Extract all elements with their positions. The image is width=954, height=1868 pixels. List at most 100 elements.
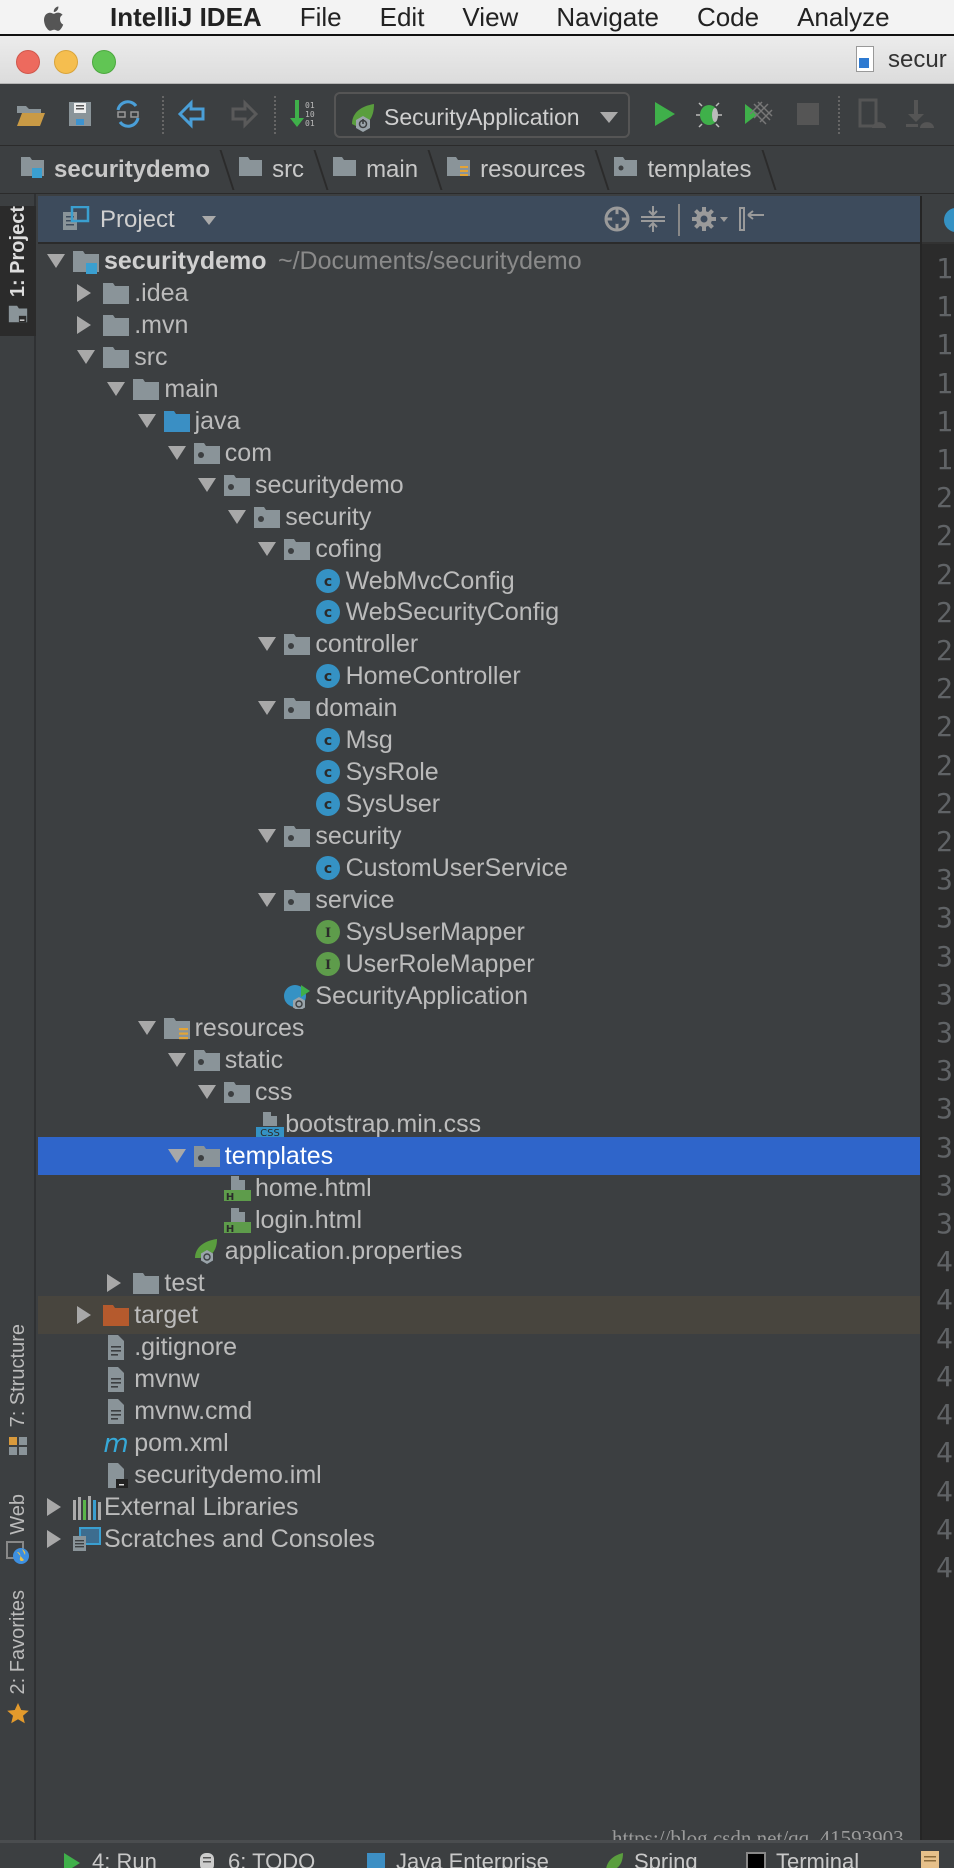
tree-node-label: WebMvcConfig [345, 566, 515, 595]
expand-arrow-right-icon[interactable] [77, 283, 92, 302]
tool-tab-label: 1: Project [6, 206, 29, 298]
run-icon[interactable] [648, 98, 680, 130]
expand-arrow-right-icon[interactable] [77, 315, 92, 334]
back-arrow-icon[interactable] [176, 98, 208, 130]
expand-arrow-right-icon[interactable] [47, 1530, 61, 1548]
menu-navigate[interactable]: Navigate [556, 2, 659, 33]
run-configuration-selector[interactable]: SecurityApplication [334, 92, 630, 138]
line-number: 19 [936, 443, 954, 477]
tree-node-label: mvnw [134, 1365, 200, 1394]
line-number: 39 [936, 1207, 954, 1241]
tree-node-label: service [315, 886, 395, 914]
run-icon [62, 1851, 82, 1868]
sdk-manager-icon[interactable] [904, 98, 936, 130]
menu-app-name[interactable]: IntelliJ IDEA [110, 2, 262, 33]
tree-node-label: SecurityApplication [315, 981, 529, 1010]
debug-icon[interactable] [694, 98, 726, 130]
expand-arrow-right-icon[interactable] [47, 1498, 61, 1517]
expand-arrow-down-icon[interactable] [137, 1020, 156, 1035]
tool-tab-project[interactable]: 1: Project [0, 206, 36, 336]
menu-edit[interactable]: Edit [380, 2, 425, 33]
apple-logo-icon[interactable] [40, 3, 70, 31]
collapse-all-icon[interactable] [638, 204, 668, 234]
tree-node-label: security [315, 822, 402, 851]
class-icon[interactable] [944, 208, 954, 232]
expand-arrow-down-icon[interactable] [47, 254, 65, 268]
forward-arrow-icon[interactable] [228, 98, 260, 130]
tool-tab-terminal[interactable]: Terminal [746, 1849, 859, 1868]
package-icon [223, 472, 251, 498]
expand-arrow-down-icon[interactable] [198, 1084, 216, 1099]
stop-icon[interactable] [792, 98, 824, 130]
project-view-selector[interactable]: Project [100, 206, 175, 234]
menu-code[interactable]: Code [697, 2, 759, 33]
locate-icon[interactable] [602, 204, 632, 234]
close-window-button[interactable] [16, 50, 40, 74]
expand-arrow-down-icon[interactable] [258, 893, 277, 907]
breadcrumb-item-templates[interactable]: templates [613, 146, 769, 193]
avd-manager-icon[interactable] [856, 98, 888, 130]
hide-panel-icon[interactable] [736, 204, 766, 234]
project-icon [7, 303, 29, 330]
project-tree[interactable]: securitydemo ~/Documents/securitydemo .ide… [38, 246, 920, 1840]
svg-text:c: c [323, 669, 331, 685]
expand-arrow-down-icon[interactable] [198, 477, 216, 492]
line-number: 43 [936, 1359, 954, 1393]
minimize-window-button[interactable] [54, 50, 78, 74]
tool-tab-web[interactable]: Web [0, 1494, 36, 1590]
settings-icon[interactable] [690, 204, 730, 234]
folder-icon [332, 154, 358, 185]
iml-file-icon [102, 1462, 130, 1489]
star-icon [6, 1702, 30, 1731]
tree-node-label: SysUser [345, 790, 441, 819]
tool-tab-spring[interactable]: Spring [604, 1849, 698, 1868]
expand-arrow-down-icon[interactable] [137, 413, 156, 428]
folder-icon [132, 376, 160, 402]
expand-arrow-down-icon[interactable] [107, 381, 126, 396]
expand-arrow-down-icon[interactable] [228, 509, 247, 524]
tool-tab-structure[interactable]: 7: Structure [0, 1324, 36, 1474]
editor-area[interactable]: 14 15 16 17 18 19 20 21 22 23 24 25 26 27 28 29 30 31 32 33… [920, 196, 954, 1840]
todo-icon [198, 1851, 218, 1868]
expand-arrow-down-icon[interactable] [77, 349, 96, 364]
synchronize-icon[interactable] [112, 98, 144, 130]
breadcrumb-item-securitydemo[interactable]: securitydemo [20, 146, 228, 193]
svg-text:H: H [226, 1224, 234, 1233]
expand-arrow-down-icon[interactable] [167, 1052, 186, 1067]
run-configuration-label: SecurityApplication [384, 104, 580, 130]
save-all-icon[interactable] [64, 98, 96, 130]
chevron-down-icon[interactable] [202, 216, 216, 225]
tool-tab-run[interactable]: 4: Run [62, 1849, 157, 1868]
breadcrumb-item-main[interactable]: main [332, 146, 436, 193]
tree-node-label: home.html [255, 1173, 372, 1202]
tree-node[interactable]: Scratches and Consoles [38, 1520, 920, 1558]
expand-arrow-right-icon[interactable] [107, 1274, 122, 1293]
tool-tab-todo[interactable]: 6: TODO [198, 1849, 315, 1868]
open-folder-icon[interactable] [14, 98, 46, 130]
expand-arrow-down-icon[interactable] [258, 829, 277, 844]
line-number: 46 [936, 1474, 954, 1508]
tool-tab-favorites[interactable]: 2: Favorites [0, 1590, 36, 1740]
run-with-coverage-icon[interactable] [742, 98, 774, 130]
menu-file[interactable]: File [300, 2, 342, 33]
expand-arrow-down-icon[interactable] [258, 701, 277, 716]
menu-view[interactable]: View [462, 2, 518, 33]
breadcrumb-item-src[interactable]: src [238, 146, 322, 193]
build-project-icon[interactable]: 01 10 01 [288, 98, 320, 130]
expand-arrow-down-icon[interactable] [167, 445, 186, 460]
project-path-label: ~/Documents/securitydemo [278, 247, 582, 275]
line-number: 36 [936, 1092, 954, 1126]
menu-analyze[interactable]: Analyze [797, 2, 890, 33]
zoom-window-button[interactable] [92, 50, 116, 74]
breadcrumb-item-resources[interactable]: resources [446, 146, 603, 193]
line-number: 41 [936, 1283, 954, 1317]
expand-arrow-down-icon[interactable] [167, 1148, 186, 1163]
tool-tab-event-log[interactable] [920, 1849, 950, 1868]
scratches-icon [72, 1526, 104, 1552]
class-icon: c [314, 855, 342, 881]
tool-tab-java-enterprise[interactable]: Java Enterprise [366, 1849, 549, 1868]
expand-arrow-right-icon[interactable] [77, 1306, 92, 1325]
header-separator [678, 204, 680, 236]
expand-arrow-down-icon[interactable] [258, 541, 277, 556]
expand-arrow-down-icon[interactable] [258, 637, 277, 652]
